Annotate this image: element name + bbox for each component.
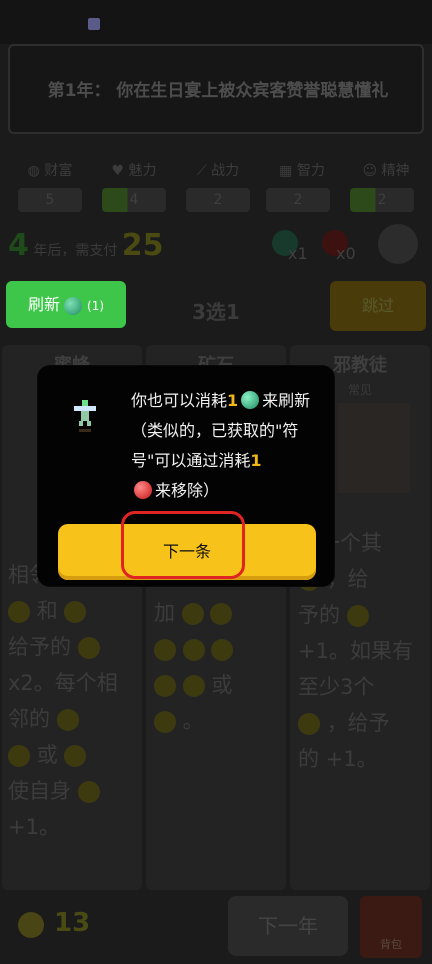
coin-total: 13 (54, 908, 91, 938)
status-bar (0, 0, 432, 44)
stat-intellect-value: 2 (266, 188, 330, 212)
highlight-ring (121, 511, 245, 579)
stat-combat-label: ⟋ 战力 (196, 163, 240, 179)
payment-label: 年后，需支付 (33, 243, 118, 259)
pick-label: 3选1 (192, 300, 240, 324)
gear-icon[interactable] (378, 224, 418, 264)
stat-spirit-value: 2 (350, 188, 414, 212)
coin-icon (77, 637, 100, 659)
ruby-icon (182, 675, 205, 697)
payment-amount: 25 (121, 228, 164, 263)
cultist-icon (338, 403, 410, 493)
stat-charm-label: ♥ 魅力 (111, 163, 157, 179)
next-year-button[interactable]: 下一年 (228, 896, 348, 956)
honey-jar-icon (64, 745, 87, 767)
masks-icon: ☺ (362, 163, 378, 179)
coin-icon (18, 912, 44, 938)
skip-button[interactable]: 跳过 (330, 281, 426, 331)
emerald-icon (154, 675, 176, 697)
stat-intellect-label: ▦ 智力 (279, 163, 325, 179)
fairy-icon (74, 400, 96, 432)
pebble-icon (154, 639, 176, 661)
sword-icon: ⟋ (196, 163, 207, 179)
money-bag-icon: ◍ (27, 163, 40, 179)
cultist-icon (298, 713, 320, 735)
payment-row: 4 年后，需支付 25 (8, 228, 164, 263)
green-orb-icon (241, 391, 260, 409)
diamond-icon (154, 711, 176, 733)
card-description: 加 或 。 (154, 601, 234, 733)
red-orb-icon (134, 481, 152, 499)
coin-icon (346, 605, 369, 627)
dialog-message: 你也可以消耗1 来刷新（类似的，已获取的"符号"可以通过消耗1 来移除） (131, 391, 311, 500)
honey-jar-icon (64, 601, 87, 623)
stat-spirit-label: ☺ 精神 (362, 163, 410, 179)
heart-icon: ♥ (111, 163, 125, 179)
years-remaining: 4 (8, 228, 29, 263)
stat-combat-value: 2 (186, 188, 250, 212)
event-text: 第1年： 你在生日宴上被众宾客赞誉聪慧懂礼 (47, 81, 389, 101)
beehive-icon (8, 601, 30, 623)
ore-icon (211, 639, 234, 661)
brain-icon: ▦ (279, 163, 293, 179)
card-description: 相邻 和 给予的 x2。每个相 邻的 或 使自身 +1。 (8, 563, 118, 839)
red-orb-count: x0 (336, 244, 356, 263)
flower-icon (56, 709, 79, 731)
stat-wealth-value: 5 (18, 188, 82, 212)
stat-charm-value: 4 (102, 188, 166, 212)
coal-icon (181, 603, 204, 625)
green-orb-count: x1 (288, 244, 308, 263)
backpack-label: 背包 (380, 938, 402, 951)
green-orb-icon (63, 296, 82, 315)
coin-icon (77, 781, 100, 803)
down-arrow-icon (210, 603, 233, 625)
stat-wealth-label: ◍ 财富 (27, 163, 73, 179)
beehive-icon (8, 745, 30, 767)
stone-icon (182, 639, 205, 661)
event-banner: 第1年： 你在生日宴上被众宾客赞誉聪慧懂礼 (8, 44, 424, 134)
app-notification-icon (88, 18, 100, 30)
refresh-button[interactable]: 刷新 (1) (6, 281, 126, 328)
